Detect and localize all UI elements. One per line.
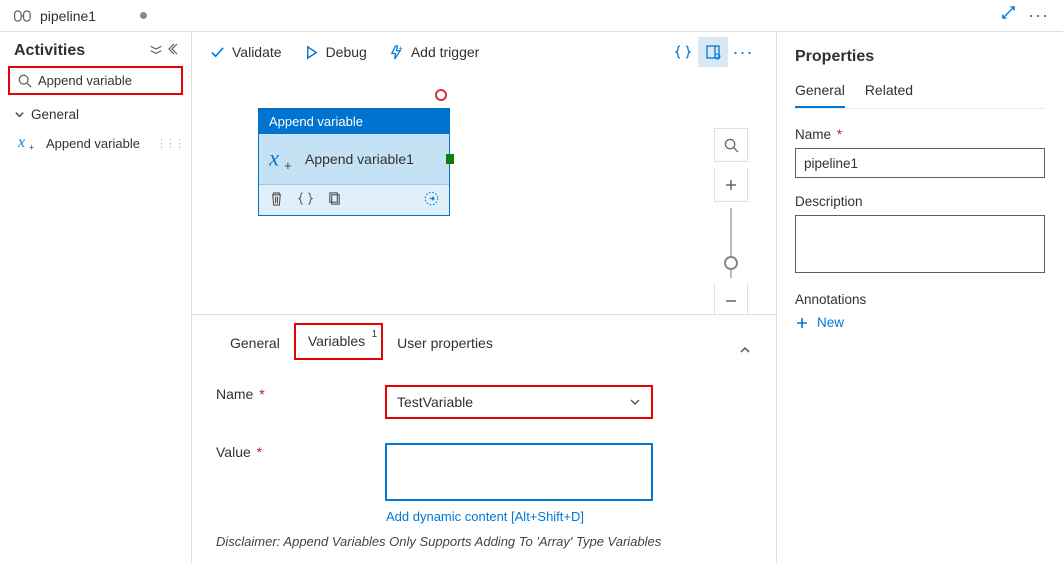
more-menu-icon[interactable]: ··· bbox=[1028, 5, 1049, 26]
hide-sidebar-icon[interactable] bbox=[167, 42, 179, 60]
pipeline-name-input[interactable] bbox=[795, 148, 1045, 178]
chevron-down-icon bbox=[14, 109, 25, 120]
zoom-slider-knob[interactable] bbox=[724, 256, 738, 270]
tab-general[interactable]: General bbox=[216, 325, 294, 360]
node-code-button[interactable] bbox=[298, 191, 313, 209]
pipeline-canvas[interactable]: Append variable x + Append variable1 bbox=[192, 72, 776, 314]
variable-value-label: Value * bbox=[216, 444, 386, 460]
new-annotation-button[interactable]: New bbox=[795, 315, 1045, 330]
activity-details-panel: General Variables1 User properties Name … bbox=[192, 314, 776, 563]
svg-text:+: + bbox=[398, 45, 403, 53]
svg-text:+: + bbox=[284, 158, 292, 170]
activities-sidebar: Activities Append variable bbox=[0, 32, 192, 563]
zoom-out-button[interactable] bbox=[714, 284, 748, 314]
variable-icon: x + bbox=[269, 148, 295, 170]
output-port-icon[interactable] bbox=[446, 154, 454, 164]
braces-icon bbox=[298, 191, 313, 206]
braces-icon bbox=[675, 44, 691, 60]
search-icon bbox=[18, 74, 32, 88]
validate-button[interactable]: Validate bbox=[210, 44, 282, 60]
add-dynamic-content-link[interactable]: Add dynamic content [Alt+Shift+D] bbox=[386, 509, 652, 524]
variable-icon: x + bbox=[18, 134, 38, 152]
properties-icon bbox=[705, 44, 721, 60]
properties-toggle-button[interactable] bbox=[698, 37, 728, 67]
expand-icon[interactable] bbox=[1001, 5, 1016, 26]
add-trigger-button[interactable]: + Add trigger bbox=[389, 44, 479, 60]
svg-text:x: x bbox=[269, 148, 279, 170]
props-tab-related[interactable]: Related bbox=[865, 82, 913, 108]
activities-heading: Activities bbox=[14, 42, 85, 60]
copy-node-button[interactable] bbox=[327, 191, 342, 209]
description-input[interactable] bbox=[795, 215, 1045, 273]
variable-value-input[interactable] bbox=[386, 444, 652, 500]
properties-heading: Properties bbox=[795, 48, 1045, 66]
zoom-in-button[interactable] bbox=[714, 168, 748, 202]
activity-node-append-variable[interactable]: Append variable x + Append variable1 bbox=[258, 108, 450, 216]
output-arrow-icon bbox=[424, 191, 439, 206]
trash-icon bbox=[269, 191, 284, 206]
variable-name-label: Name * bbox=[216, 386, 386, 402]
drag-handle-icon[interactable]: ⋮⋮⋮ bbox=[156, 137, 183, 150]
zoom-slider[interactable] bbox=[730, 208, 732, 278]
unsaved-indicator-icon bbox=[140, 12, 147, 19]
svg-text:+: + bbox=[29, 143, 34, 153]
plus-icon bbox=[724, 178, 738, 192]
zoom-fit-button[interactable] bbox=[714, 128, 748, 162]
activity-item-append-variable[interactable]: x + Append variable ⋮⋮⋮ bbox=[0, 128, 191, 158]
node-title: Append variable1 bbox=[305, 151, 414, 167]
annotations-label: Annotations bbox=[795, 292, 1045, 307]
node-output-button[interactable] bbox=[424, 191, 439, 209]
variable-name-select[interactable]: TestVariable bbox=[386, 386, 652, 418]
plus-icon bbox=[795, 316, 809, 330]
zoom-controls bbox=[714, 128, 748, 314]
chevron-down-icon bbox=[629, 396, 641, 408]
description-label: Description bbox=[795, 194, 1045, 209]
search-icon bbox=[724, 138, 739, 153]
tab-variables[interactable]: Variables1 bbox=[294, 323, 383, 360]
node-type-label: Append variable bbox=[259, 109, 449, 134]
collapse-all-icon[interactable] bbox=[149, 42, 163, 60]
title-bar: pipeline1 ··· bbox=[0, 0, 1063, 32]
play-icon bbox=[304, 45, 319, 60]
props-tab-general[interactable]: General bbox=[795, 82, 845, 108]
delete-node-button[interactable] bbox=[269, 191, 284, 209]
pipeline-name-label: Name * bbox=[795, 127, 1045, 142]
chevron-up-icon bbox=[738, 343, 752, 357]
pipeline-tab[interactable]: pipeline1 bbox=[14, 8, 147, 24]
svg-text:x: x bbox=[18, 134, 25, 151]
pipeline-icon bbox=[14, 9, 32, 23]
canvas-toolbar: Validate Debug + Add trigger bbox=[192, 32, 776, 72]
activity-search-input[interactable]: Append variable bbox=[8, 66, 183, 95]
check-icon bbox=[210, 45, 225, 60]
sidebar-section-general[interactable]: General bbox=[0, 101, 191, 128]
tab-user-properties[interactable]: User properties bbox=[383, 325, 507, 360]
copy-icon bbox=[327, 191, 342, 206]
code-view-button[interactable] bbox=[668, 37, 698, 67]
trigger-icon: + bbox=[389, 45, 404, 60]
pipeline-title: pipeline1 bbox=[40, 8, 96, 24]
disclaimer-text: Disclaimer: Append Variables Only Suppor… bbox=[216, 534, 752, 549]
minus-icon bbox=[724, 294, 738, 308]
error-indicator-icon bbox=[435, 89, 447, 101]
collapse-details-button[interactable] bbox=[738, 343, 752, 360]
debug-button[interactable]: Debug bbox=[304, 44, 367, 60]
properties-panel: Properties General Related Name * Descri… bbox=[777, 32, 1063, 563]
search-value: Append variable bbox=[38, 73, 132, 88]
toolbar-more-button[interactable]: ··· bbox=[728, 37, 758, 67]
